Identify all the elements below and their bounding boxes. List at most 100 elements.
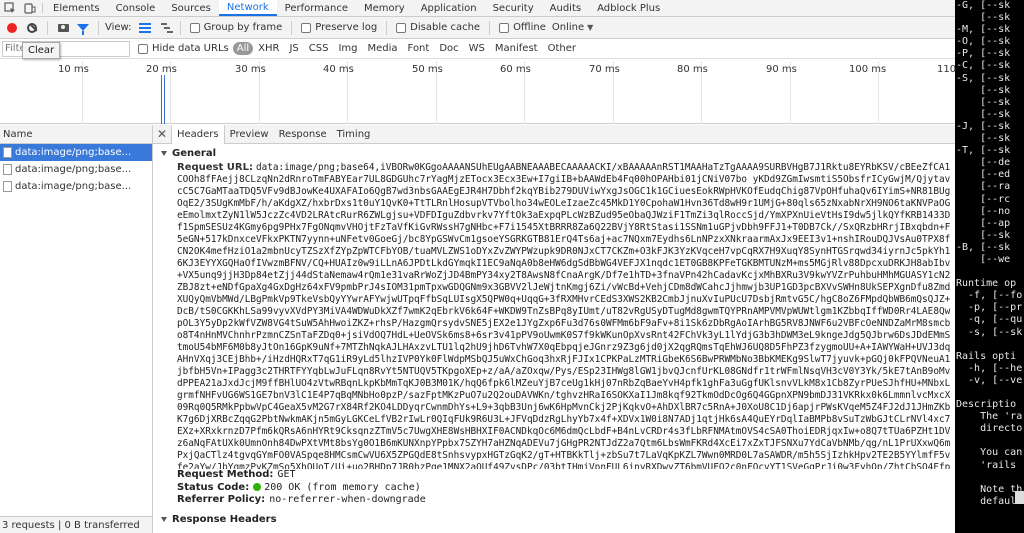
inspect-icon[interactable] [0,0,20,16]
throttling-value: Online [551,22,585,33]
terminal-line: [--rc [956,193,1011,205]
filter-icon [77,24,89,35]
offline-label: Offline [513,22,546,33]
device-toolbar-icon[interactable] [20,0,40,16]
filter-toggle-button[interactable] [73,18,93,38]
tab-sources[interactable]: Sources [163,0,219,16]
status-code-label: Status Code: [177,481,250,493]
hide-data-urls-checkbox[interactable]: Hide data URLs [138,43,229,54]
general-section-title: General [172,148,216,159]
terminal-line: Rails opti [956,350,1017,362]
close-icon[interactable]: ✕ [153,125,171,143]
chevron-down-icon: ▼ [587,23,594,32]
timeline-tick-label: 10 ms [58,64,89,75]
terminal-line: -O, [--sk [956,36,1011,48]
terminal-line: [--sk [956,108,1011,120]
disable-cache-checkbox[interactable]: Disable cache [396,22,480,33]
toolbar-separator [291,20,293,35]
offline-checkbox[interactable]: Offline [499,22,546,33]
toolbar-separator [98,20,99,35]
terminal-line: -s, [--sk [956,326,1023,338]
filter-type-css[interactable]: CSS [304,42,334,55]
filter-type-manifest[interactable]: Manifest [490,42,543,55]
large-rows-button[interactable] [135,18,155,38]
timeline-tick-label: 60 ms [500,64,531,75]
terminal-line: [--sk [956,96,1011,108]
filter-type-other[interactable]: Other [543,42,581,55]
tab-elements[interactable]: Elements [45,0,108,16]
terminal-line: directo [956,423,1023,435]
terminal-line: -B, [--sk [956,241,1011,253]
filter-type-img[interactable]: Img [333,42,362,55]
filter-type-doc[interactable]: Doc [434,42,463,55]
request-row[interactable]: data:image/png;base... [0,161,152,178]
tabbar-separator [42,3,43,13]
terminal-line: -C, [--sk [956,60,1011,72]
tab-performance[interactable]: Performance [277,0,356,16]
tab-response[interactable]: Response [274,125,332,143]
throttling-select[interactable]: Online ▼ [552,22,593,33]
dom-content-loaded-marker [164,75,165,124]
filter-type-ws[interactable]: WS [464,42,490,55]
terminal-line: -T, [--sk [956,145,1011,157]
response-headers-title: Response Headers [172,513,277,525]
tab-console[interactable]: Console [108,0,164,16]
tab-network[interactable]: Network [218,0,277,16]
timeline-tick-label: 110 [937,64,955,75]
overview-button[interactable] [155,18,175,38]
clear-button[interactable] [22,18,42,38]
image-file-icon [3,164,12,175]
terminal-line: Descriptio [956,399,1017,411]
timeline-tick-label: 20 ms [146,64,177,75]
image-file-icon [3,181,12,192]
tab-audits[interactable]: Audits [542,0,589,16]
status-ok-icon [253,482,262,491]
terminal-line: [--sk [956,229,1011,241]
timeline-tick-label: 40 ms [323,64,354,75]
tab-headers[interactable]: Headers [171,125,225,144]
timeline-tick-label: 100 ms [849,64,887,75]
terminal-line: [--ra [956,181,1011,193]
tab-timing[interactable]: Timing [332,125,376,143]
filter-type-js[interactable]: JS [284,42,303,55]
request-row[interactable]: data:image/png;base... [0,178,152,195]
timeline-tick-label: 80 ms [677,64,708,75]
timeline-tick-label: 30 ms [235,64,266,75]
timeline-overview[interactable]: 10 ms 20 ms 30 ms 40 ms 50 ms 60 ms 70 m… [0,61,955,124]
terminal-line: default [956,495,1023,507]
request-name: data:image/png;base... [15,147,132,158]
request-url-label: Request URL: [177,162,253,173]
disable-cache-label: Disable cache [410,22,481,33]
response-headers-section-header[interactable]: Response Headers [153,507,955,528]
tab-application[interactable]: Application [413,0,485,16]
request-url-row: Request URL: data:image/png;base64,iVBOR… [153,162,955,469]
filter-type-media[interactable]: Media [363,42,403,55]
load-event-marker [161,75,162,124]
preserve-log-checkbox[interactable]: Preserve log [301,22,377,33]
general-section-header[interactable]: General [153,144,955,162]
terminal-line: The 'ra [956,411,1023,423]
record-button[interactable] [2,18,22,38]
request-method-value: GET [277,469,296,480]
tab-preview[interactable]: Preview [225,125,274,143]
filter-type-font[interactable]: Font [403,42,435,55]
timeline-tick-label: 50 ms [412,64,443,75]
devtools-tabbar: Elements Console Sources Network Perform… [0,0,955,17]
image-file-icon [3,147,12,158]
terminal-window[interactable]: -G, [--sk [--sk -M, [--sk -O, [--sk -P, [--… [955,0,1024,533]
filter-type-xhr[interactable]: XHR [253,42,284,55]
terminal-line: [--no [956,205,1011,217]
preserve-log-label: Preserve log [315,22,378,33]
tab-adblock-plus[interactable]: Adblock Plus [589,0,668,16]
tab-memory[interactable]: Memory [356,0,413,16]
filter-type-all[interactable]: All [232,42,254,55]
terminal-line: -G, [--sk [956,0,1011,11]
capture-screenshots-button[interactable] [53,18,73,38]
name-column-header[interactable]: Name [0,125,152,144]
group-by-frame-checkbox[interactable]: Group by frame [189,22,282,33]
clear-tooltip: Clear [22,42,61,59]
expand-triangle-icon [161,151,167,156]
request-row[interactable]: data:image/png;base... [0,144,152,161]
tab-security[interactable]: Security [485,0,542,16]
